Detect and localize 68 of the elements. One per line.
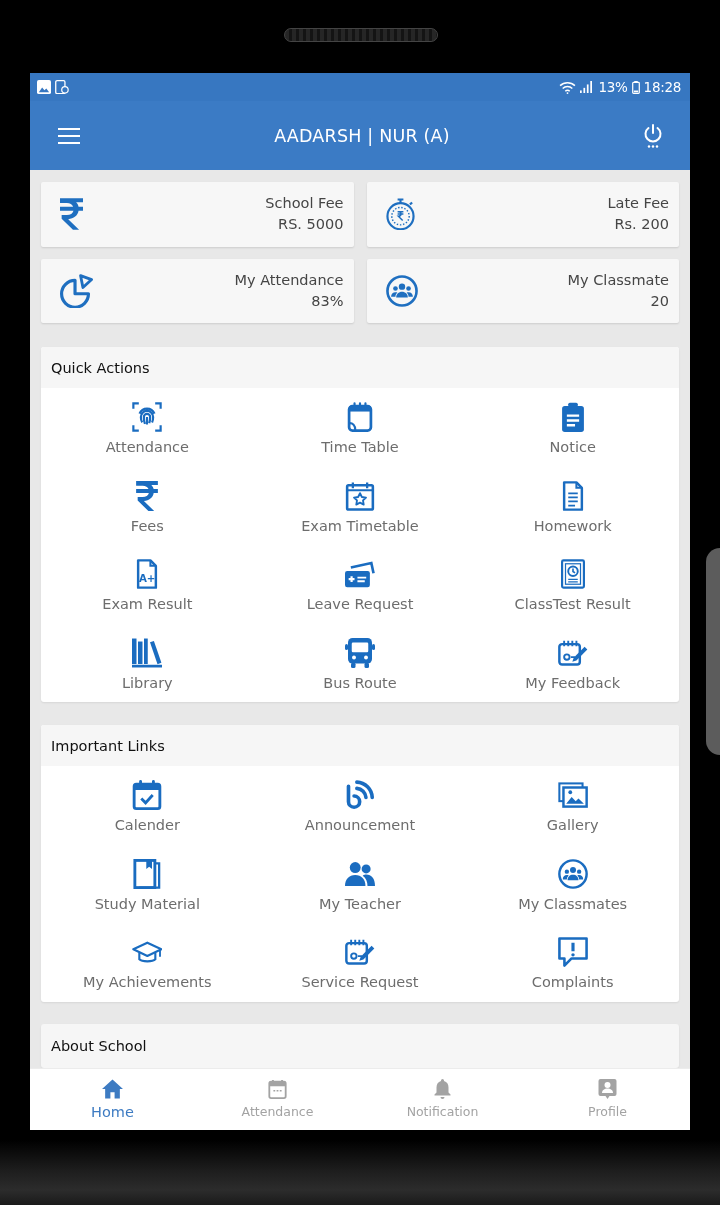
shortcut-button[interactable]: My Teacher <box>253 844 467 923</box>
profile-icon <box>597 1079 618 1099</box>
bus-icon <box>345 637 375 668</box>
battery-percent: 13% <box>598 79 628 95</box>
books-icon <box>132 637 163 668</box>
shortcut-button[interactable]: Attendance <box>41 388 254 467</box>
book-icon <box>132 858 163 889</box>
bell-icon <box>432 1079 453 1099</box>
pie-chart-icon <box>60 273 94 308</box>
group-circle-icon <box>385 274 418 307</box>
shortcut-button[interactable]: Gallery <box>466 766 679 845</box>
wifi-icon <box>559 80 577 94</box>
battery-icon <box>631 80 640 94</box>
section-title: About School <box>51 1037 147 1054</box>
stat-value: 83% <box>311 291 344 311</box>
shortcut-button[interactable]: Bus Route <box>253 623 467 702</box>
group-circle-icon <box>557 858 588 889</box>
stopwatch-icon <box>385 198 415 231</box>
device-icon <box>55 80 69 94</box>
calendar-check-icon <box>132 780 163 810</box>
calendar-icon <box>345 402 375 432</box>
broadcast-icon <box>345 780 375 810</box>
app-title: AADARSH | NUR (A) <box>274 125 450 146</box>
photo-icon <box>37 80 51 94</box>
calendar-icon <box>267 1079 288 1099</box>
power-icon <box>644 123 662 148</box>
signal-icon <box>580 81 593 93</box>
section-title: Quick Actions <box>51 359 150 376</box>
stat-label: School Fee <box>265 194 344 214</box>
side-button[interactable] <box>706 548 720 755</box>
shortcut-button[interactable]: Time Table <box>253 388 467 467</box>
shortcut-button[interactable]: Leave Request <box>253 545 467 624</box>
stat-card[interactable]: Late Fee Rs. 200 <box>366 182 679 247</box>
shortcut-button[interactable]: Exam Timetable <box>253 466 467 545</box>
stat-label: My Classmate <box>567 270 669 290</box>
stat-card[interactable]: My Classmate 20 <box>366 258 679 323</box>
shortcut-button[interactable]: Notice <box>466 388 679 467</box>
shortcut-button[interactable]: Calender <box>41 766 254 845</box>
stat-card[interactable]: My Attendance 83% <box>41 258 354 323</box>
menu-icon <box>58 127 80 144</box>
shortcut-button[interactable]: Library <box>41 623 254 702</box>
stat-label: Late Fee <box>607 194 669 214</box>
status-time: 18:28 <box>643 79 681 95</box>
gallery-icon <box>557 780 588 810</box>
shortcut-button[interactable]: ClassTest Result <box>466 545 679 624</box>
ticket-stack-icon <box>345 559 375 589</box>
shortcut-button[interactable]: My Feedback <box>466 623 679 702</box>
shortcut-button[interactable]: A+ Exam Result <box>41 545 254 624</box>
section-title: Important Links <box>51 737 165 754</box>
stat-value: Rs. 200 <box>614 215 669 235</box>
notepad-pencil-icon <box>345 937 375 967</box>
shortcut-button[interactable]: My Classmates <box>466 844 679 923</box>
nav-tab[interactable]: Home <box>30 1069 195 1130</box>
shortcut-button[interactable]: Study Material <box>41 844 254 923</box>
shortcut-button[interactable]: Announcement <box>253 766 467 845</box>
stat-card[interactable]: School Fee RS. 5000 <box>41 182 354 247</box>
stat-value: RS. 5000 <box>278 215 344 235</box>
shortcut-button[interactable]: Complaints <box>466 923 679 1002</box>
shortcut-button[interactable]: Homework <box>466 466 679 545</box>
shortcut-button[interactable]: Fees <box>41 466 254 545</box>
fingerprint-icon <box>132 402 163 432</box>
shortcut-button[interactable]: Service Request <box>253 923 467 1002</box>
stat-label: My Attendance <box>234 270 344 290</box>
rupee-icon <box>60 198 83 231</box>
home-icon <box>102 1079 123 1099</box>
speech-bubble-alert-icon <box>557 937 588 967</box>
shortcut-button[interactable]: My Achievements <box>41 923 254 1002</box>
stat-value: 20 <box>650 291 669 311</box>
